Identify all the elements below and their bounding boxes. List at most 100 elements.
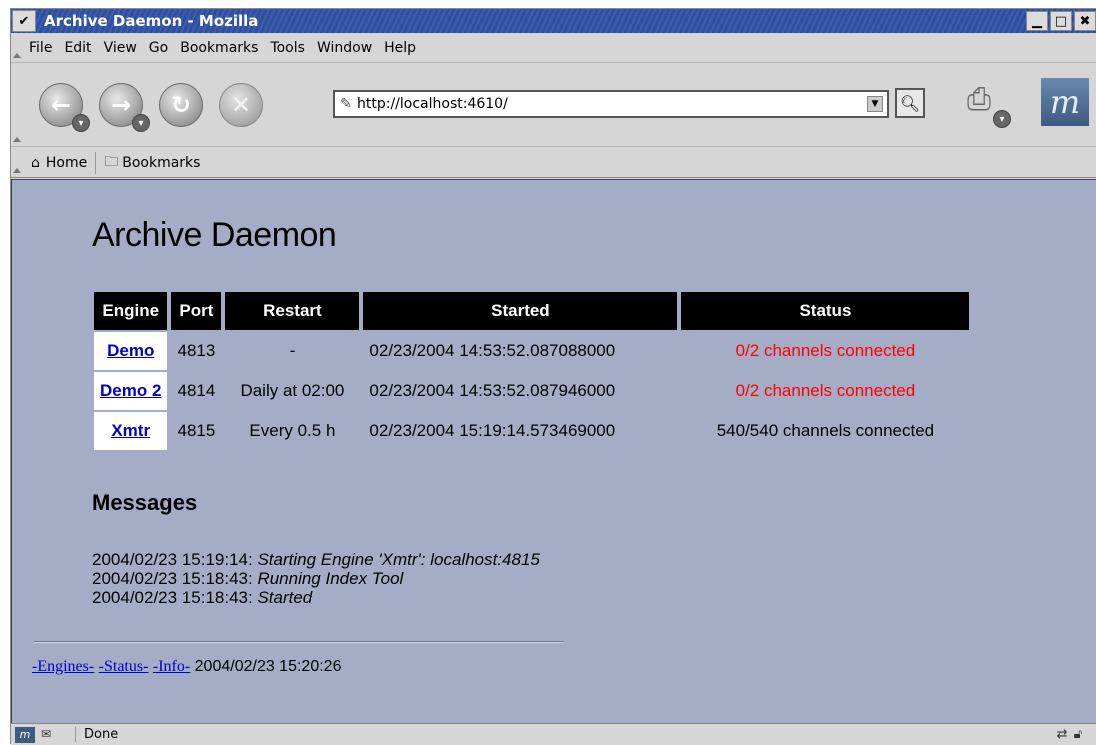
reload-icon: ↻ bbox=[170, 91, 192, 119]
personal-toolbar: ⌂ Home 🗀 Bookmarks bbox=[11, 148, 1096, 178]
bookmarks-button[interactable]: 🗀 Bookmarks bbox=[96, 151, 208, 175]
back-button[interactable]: ← ▾ bbox=[39, 83, 90, 132]
print-dropdown-icon[interactable]: ▾ bbox=[993, 110, 1011, 128]
page-content: Archive Daemon Engine Port Restart Start… bbox=[11, 179, 1096, 723]
header-port: Port bbox=[171, 292, 222, 330]
bookmarks-label: Bookmarks bbox=[122, 154, 201, 171]
started-cell: 02/23/2004 14:53:52.087088000 bbox=[369, 341, 616, 360]
message-item: 2004/02/23 15:19:14: Starting Engine 'Xm… bbox=[92, 550, 540, 569]
persbar-grip[interactable] bbox=[11, 148, 23, 177]
port-cell: 4815 bbox=[177, 421, 216, 440]
table-row: Demo 4813 - 02/23/2004 14:53:52.08708800… bbox=[94, 332, 969, 370]
restart-cell: - bbox=[289, 341, 296, 360]
menu-bookmarks[interactable]: Bookmarks bbox=[174, 40, 264, 56]
home-label: Home bbox=[45, 154, 88, 171]
message-time: 2004/02/23 15:18:43: bbox=[92, 569, 253, 588]
menu-tools[interactable]: Tools bbox=[264, 40, 311, 56]
menubar-grip[interactable] bbox=[11, 33, 23, 62]
forward-dropdown-icon[interactable]: ▾ bbox=[132, 114, 150, 132]
back-dropdown-icon[interactable]: ▾ bbox=[72, 114, 90, 132]
menu-edit[interactable]: Edit bbox=[58, 40, 97, 56]
url-text[interactable]: http://localhost:4610/ bbox=[357, 96, 508, 112]
status-cell: 540/540 channels connected bbox=[716, 421, 935, 440]
window-title: Archive Daemon - Mozilla bbox=[44, 12, 259, 30]
restart-cell: Daily at 02:00 bbox=[240, 381, 345, 400]
search-go-button[interactable]: 🔍︎ bbox=[895, 88, 925, 118]
title-bar: ✔ Archive Daemon - Mozilla ▁ □ ✖ bbox=[11, 9, 1096, 33]
mozilla-logo-throbber[interactable]: m bbox=[1041, 78, 1089, 126]
window-menu-button[interactable]: ✔ bbox=[12, 10, 36, 32]
mail-icon[interactable]: ✉ bbox=[41, 727, 65, 743]
navbar-grip[interactable] bbox=[11, 64, 23, 146]
page-title: Archive Daemon bbox=[92, 216, 337, 254]
close-button[interactable]: ✖ bbox=[1074, 11, 1096, 31]
messages-list: 2004/02/23 15:19:14: Starting Engine 'Xm… bbox=[92, 550, 540, 607]
print-button[interactable]: ⎙ ▾ bbox=[967, 82, 1011, 128]
status-link[interactable]: -Status- bbox=[99, 658, 149, 675]
engine-link-demo[interactable]: Demo bbox=[107, 341, 154, 360]
engine-cell: Xmtr bbox=[94, 412, 168, 450]
home-icon: ⌂ bbox=[31, 154, 40, 171]
reload-button[interactable]: ↻ bbox=[159, 83, 203, 127]
mozilla-component-icon[interactable]: m bbox=[15, 726, 35, 743]
forward-button[interactable]: → ▾ bbox=[99, 83, 150, 132]
engine-link-xmtr[interactable]: Xmtr bbox=[111, 421, 150, 440]
footer-timestamp: 2004/02/23 15:20:26 bbox=[194, 658, 342, 675]
message-time: 2004/02/23 15:18:43: bbox=[92, 588, 253, 607]
table-row: Demo 2 4814 Daily at 02:00 02/23/2004 14… bbox=[94, 372, 969, 410]
stop-button[interactable]: ✕ bbox=[219, 83, 263, 127]
messages-heading: Messages bbox=[92, 490, 198, 515]
message-time: 2004/02/23 15:19:14: bbox=[92, 550, 253, 569]
browser-window: ✔ Archive Daemon - Mozilla ▁ □ ✖ File Ed… bbox=[10, 8, 1096, 745]
table-row: Xmtr 4815 Every 0.5 h 02/23/2004 15:19:1… bbox=[94, 412, 969, 450]
magnifier-icon: 🔍︎ bbox=[899, 93, 921, 113]
message-text: Running Index Tool bbox=[257, 569, 404, 588]
status-cell: 0/2 channels connected bbox=[735, 381, 916, 400]
engine-link-demo-2[interactable]: Demo 2 bbox=[100, 381, 161, 400]
menu-view[interactable]: View bbox=[98, 40, 143, 56]
menu-window[interactable]: Window bbox=[311, 40, 378, 56]
menu-file[interactable]: File bbox=[23, 40, 58, 56]
status-cell: 0/2 channels connected bbox=[735, 341, 916, 360]
url-bar[interactable]: ✎ http://localhost:4610/ ▼ bbox=[333, 90, 889, 118]
started-cell: 02/23/2004 15:19:14.573469000 bbox=[369, 421, 616, 440]
port-cell: 4814 bbox=[177, 381, 216, 400]
stop-icon: ✕ bbox=[230, 91, 252, 119]
header-restart: Restart bbox=[225, 292, 360, 330]
horizontal-rule bbox=[34, 641, 564, 643]
engine-cell: Demo 2 bbox=[94, 372, 168, 410]
port-cell: 4813 bbox=[177, 341, 216, 360]
restart-cell: Every 0.5 h bbox=[249, 421, 336, 440]
navigation-toolbar: ← ▾ → ▾ ↻ ✕ ✎ http://localhost:4610/ ▼ 🔍… bbox=[11, 64, 1096, 147]
home-button[interactable]: ⌂ Home bbox=[23, 155, 95, 171]
footer-nav: -Engines- -Status- -Info- 2004/02/23 15:… bbox=[32, 658, 341, 676]
minimize-button[interactable]: ▁ bbox=[1026, 11, 1048, 31]
engines-link[interactable]: -Engines- bbox=[32, 658, 94, 675]
message-item: 2004/02/23 15:18:43: Running Index Tool bbox=[92, 569, 540, 588]
menu-go[interactable]: Go bbox=[143, 40, 174, 56]
message-text: Started bbox=[257, 588, 313, 607]
status-text: Done bbox=[75, 727, 775, 742]
header-engine: Engine bbox=[94, 292, 168, 330]
page-proxy-icon: ✎ bbox=[340, 96, 352, 112]
started-cell: 02/23/2004 14:53:52.087946000 bbox=[369, 381, 616, 400]
maximize-button[interactable]: □ bbox=[1050, 11, 1072, 31]
url-dropdown-icon[interactable]: ▼ bbox=[867, 96, 883, 112]
message-text: Starting Engine 'Xmtr': localhost:4815 bbox=[257, 550, 540, 569]
forward-arrow-icon: → bbox=[110, 91, 132, 119]
table-header-row: Engine Port Restart Started Status bbox=[94, 292, 970, 330]
online-connection-icon[interactable]: ⇄ bbox=[1057, 727, 1068, 742]
engines-table: Engine Port Restart Started Status Demo … bbox=[90, 290, 973, 452]
header-status: Status bbox=[681, 292, 970, 330]
status-bar: m ✉ Done ⇄ 🔓︎ bbox=[11, 723, 1096, 745]
header-started: Started bbox=[363, 292, 678, 330]
menu-bar: File Edit View Go Bookmarks Tools Window… bbox=[11, 33, 1096, 63]
engine-cell: Demo bbox=[94, 332, 168, 370]
printer-icon: ⎙ bbox=[967, 82, 991, 117]
security-lock-icon: 🔓︎ bbox=[1073, 727, 1082, 742]
menu-help[interactable]: Help bbox=[378, 40, 422, 56]
message-item: 2004/02/23 15:18:43: Started bbox=[92, 588, 540, 607]
back-arrow-icon: ← bbox=[50, 91, 72, 119]
info-link[interactable]: -Info- bbox=[153, 658, 190, 675]
folder-icon: 🗀 bbox=[104, 153, 119, 170]
